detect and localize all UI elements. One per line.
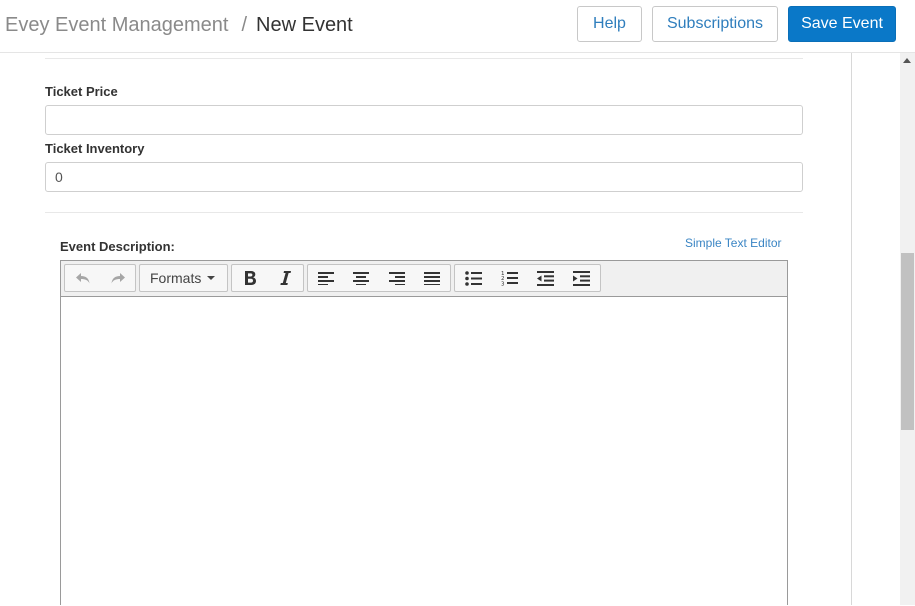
page-title: New Event bbox=[256, 14, 353, 36]
rich-text-editor: Formats 1 2 3 bbox=[60, 260, 788, 605]
svg-text:3: 3 bbox=[501, 282, 505, 287]
history-group bbox=[64, 264, 136, 292]
ticket-price-input[interactable] bbox=[45, 105, 803, 135]
help-button[interactable]: Help bbox=[577, 6, 642, 42]
scrollbar-thumb[interactable] bbox=[901, 253, 914, 430]
event-description-label: Event Description: bbox=[60, 239, 175, 254]
editor-toolbar: Formats 1 2 3 bbox=[61, 261, 787, 297]
save-event-button[interactable]: Save Event bbox=[788, 6, 896, 42]
bold-icon[interactable] bbox=[232, 265, 268, 291]
indent-icon[interactable] bbox=[563, 265, 599, 291]
alignment-group bbox=[307, 264, 451, 292]
bullet-list-icon[interactable] bbox=[455, 265, 491, 291]
align-right-icon[interactable] bbox=[379, 265, 415, 291]
align-left-icon[interactable] bbox=[308, 265, 344, 291]
subscriptions-button[interactable]: Subscriptions bbox=[652, 6, 778, 42]
numbered-list-icon[interactable]: 123 bbox=[491, 265, 527, 291]
editor-content-area[interactable] bbox=[61, 297, 787, 606]
outdent-icon[interactable] bbox=[527, 265, 563, 291]
list-group: 123 bbox=[454, 264, 601, 292]
breadcrumb-app-name[interactable]: Evey Event Management bbox=[5, 14, 228, 36]
chevron-down-icon bbox=[207, 276, 216, 280]
ticket-inventory-input[interactable]: 0 bbox=[45, 162, 803, 192]
formats-dropdown[interactable]: Formats bbox=[140, 265, 224, 291]
breadcrumb-separator: / bbox=[241, 14, 248, 36]
formats-label: Formats bbox=[150, 270, 202, 286]
section-divider bbox=[45, 58, 803, 59]
text-style-group bbox=[231, 264, 304, 292]
scroll-up-arrow-icon[interactable] bbox=[903, 58, 911, 63]
align-center-icon[interactable] bbox=[344, 265, 380, 291]
section-divider bbox=[45, 212, 803, 213]
undo-icon[interactable] bbox=[65, 265, 100, 291]
simple-text-editor-link[interactable]: Simple Text Editor bbox=[685, 236, 782, 250]
align-justify-icon[interactable] bbox=[415, 265, 451, 291]
ticket-price-label: Ticket Price bbox=[45, 84, 118, 99]
panel-divider bbox=[851, 53, 852, 605]
ticket-inventory-label: Ticket Inventory bbox=[45, 141, 145, 156]
formats-group: Formats bbox=[139, 264, 228, 292]
redo-icon[interactable] bbox=[100, 265, 135, 291]
italic-icon[interactable] bbox=[268, 265, 304, 291]
top-bar: Evey Event Management / New Event Help Sub… bbox=[0, 0, 915, 53]
breadcrumb: Evey Event Management / New Event bbox=[5, 13, 353, 37]
